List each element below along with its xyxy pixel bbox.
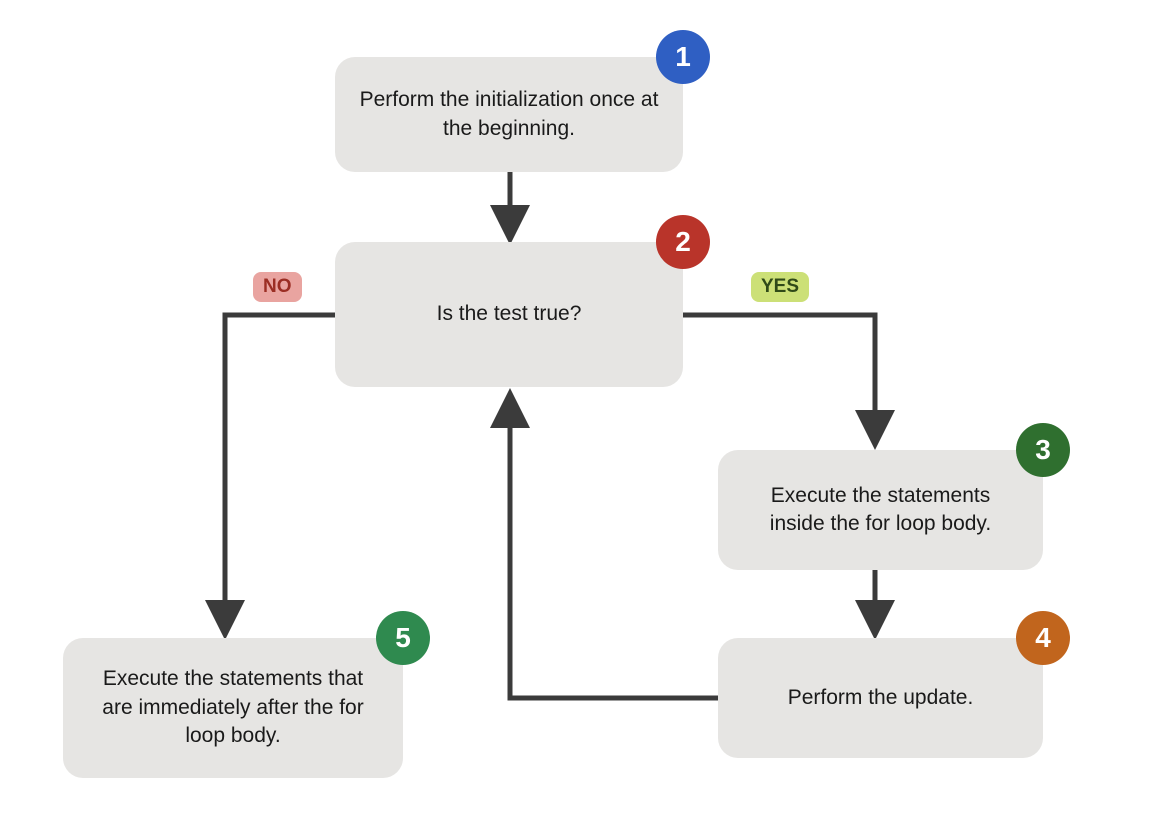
node-text: Is the test true? [437, 300, 582, 328]
node-initialization: Perform the initialization once at the b… [335, 57, 683, 172]
badge-number: 3 [1035, 434, 1051, 466]
node-text: Execute the statements that are immediat… [87, 665, 379, 750]
badge-number: 1 [675, 41, 691, 73]
node-after-loop: Execute the statements that are immediat… [63, 638, 403, 778]
node-update: Perform the update. [718, 638, 1043, 758]
badge-number: 2 [675, 226, 691, 258]
label-no: NO [253, 272, 302, 302]
node-text: Perform the initialization once at the b… [359, 86, 659, 143]
node-body: Execute the statements inside the for lo… [718, 450, 1043, 570]
badge-3: 3 [1016, 423, 1070, 477]
label-yes: YES [751, 272, 809, 302]
badge-1: 1 [656, 30, 710, 84]
node-text: Perform the update. [788, 684, 974, 712]
badge-2: 2 [656, 215, 710, 269]
badge-number: 5 [395, 622, 411, 654]
badge-4: 4 [1016, 611, 1070, 665]
node-text: Execute the statements inside the for lo… [742, 482, 1019, 539]
node-test: Is the test true? [335, 242, 683, 387]
badge-5: 5 [376, 611, 430, 665]
badge-number: 4 [1035, 622, 1051, 654]
